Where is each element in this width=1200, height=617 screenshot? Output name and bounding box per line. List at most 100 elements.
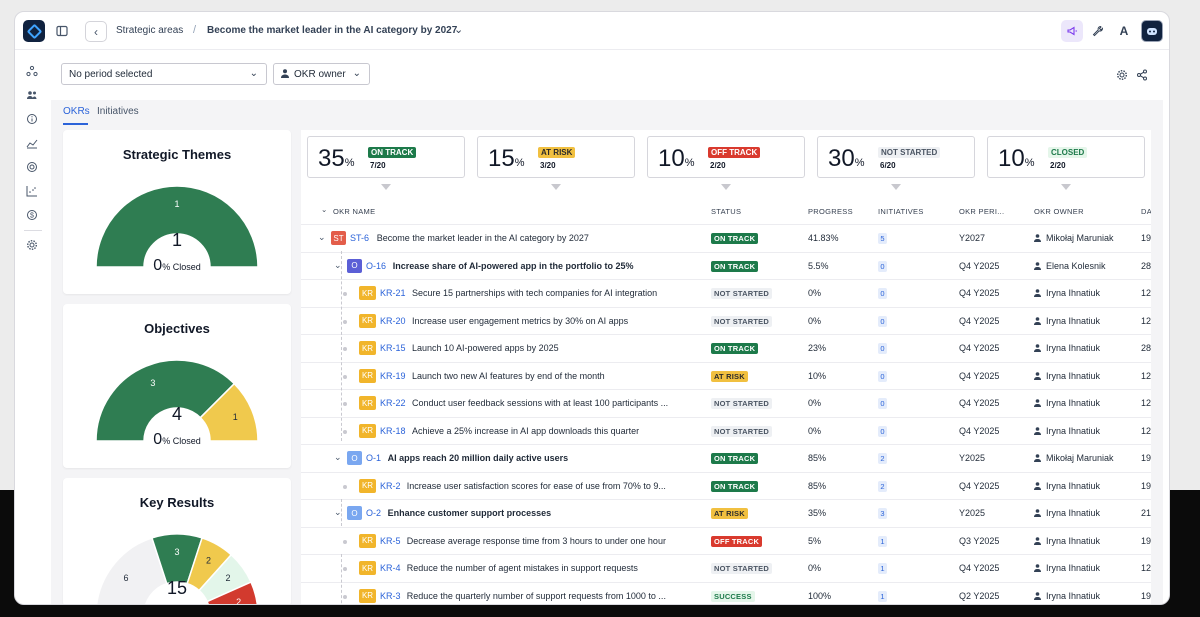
share-icon[interactable] (1133, 66, 1151, 84)
item-name[interactable]: Secure 15 partnerships with tech compani… (412, 288, 657, 298)
column-header[interactable]: OKR PERI... (959, 207, 1004, 216)
item-key-link[interactable]: KR-3 (380, 591, 401, 601)
okr-owner[interactable]: Iryna Ihnatiuk (1046, 426, 1100, 436)
status-summary-card[interactable]: 10% CLOSED 2/20 (987, 136, 1145, 178)
target-icon[interactable] (25, 160, 39, 174)
font-a-icon[interactable]: A (1113, 20, 1135, 42)
table-row[interactable]: KR KR-19 Launch two new AI features by end… (301, 361, 1151, 389)
status-badge[interactable]: AT RISK (711, 370, 748, 382)
okr-owner[interactable]: Iryna Ihnatiuk (1046, 591, 1100, 601)
item-name[interactable]: Launch 10 AI-powered apps by 2025 (412, 343, 559, 353)
item-name[interactable]: Reduce the number of agent mistakes in s… (407, 563, 638, 573)
table-row[interactable]: ⌄ ST ST-6 Become the market leader in the A… (301, 224, 1151, 251)
status-badge[interactable]: NOT STARTED (711, 315, 772, 327)
table-row[interactable]: KR KR-5 Decrease average response time fro… (301, 526, 1151, 554)
status-badge[interactable]: NOT STARTED (711, 398, 772, 409)
owner-select[interactable]: OKR owner ⌄ (273, 63, 370, 85)
okr-owner[interactable]: Iryna Ihnatiuk (1046, 398, 1100, 408)
initiatives-count[interactable]: 0 (878, 398, 887, 409)
column-header[interactable]: PROGRESS (808, 207, 853, 216)
table-row[interactable]: KR KR-21 Secure 15 partnerships with tech … (301, 279, 1151, 306)
initiatives-count[interactable]: 0 (878, 343, 887, 354)
status-badge[interactable]: NOT STARTED (711, 288, 772, 299)
tab-okrs[interactable]: OKRs (63, 106, 90, 117)
status-badge[interactable]: SUCCESS (711, 590, 755, 602)
back-button[interactable]: ‹ (85, 21, 107, 42)
item-name[interactable]: Achieve a 25% increase in AI app downloa… (412, 426, 639, 436)
status-badge[interactable]: ON TRACK (711, 343, 759, 354)
status-badge[interactable]: ON TRACK (711, 233, 759, 244)
table-row[interactable]: KR KR-2 Increase user satisfaction scores … (301, 471, 1151, 499)
status-badge[interactable]: AT RISK (711, 508, 748, 519)
okr-owner[interactable]: Mikołaj Maruniak (1046, 453, 1114, 463)
okr-owner[interactable]: Iryna Ihnatiuk (1046, 316, 1100, 326)
initiatives-count[interactable]: 5 (878, 233, 887, 244)
status-summary-card[interactable]: 10% OFF TRACK 2/20 (647, 136, 805, 178)
initiatives-count[interactable]: 0 (878, 315, 887, 327)
status-badge[interactable]: ON TRACK (711, 260, 759, 272)
okr-owner[interactable]: Iryna Ihnatiuk (1046, 536, 1100, 546)
item-name[interactable]: Increase user engagement metrics by 30% … (412, 316, 628, 326)
status-badge[interactable]: OFF TRACK (711, 535, 763, 547)
initiatives-count[interactable]: 2 (878, 453, 887, 464)
chevron-down-icon[interactable]: ⌄ (454, 23, 463, 36)
table-row[interactable]: ⌄ O O-16 Increase share of AI-powered app i… (301, 251, 1151, 279)
table-row[interactable]: ⌄ O O-2 Enhance customer support processes A… (301, 499, 1151, 526)
item-key-link[interactable]: KR-22 (380, 398, 406, 408)
gear-icon[interactable] (1113, 66, 1131, 84)
item-name[interactable]: Launch two new AI features by end of the… (412, 371, 605, 381)
line-chart-icon[interactable] (25, 136, 39, 150)
okr-owner[interactable]: Iryna Ihnatiuk (1046, 288, 1100, 298)
table-row[interactable]: KR KR-18 Achieve a 25% increase in AI app … (301, 416, 1151, 444)
column-header[interactable]: OKR NAME (333, 207, 375, 216)
status-badge[interactable]: ON TRACK (711, 480, 759, 492)
item-key-link[interactable]: KR-2 (380, 481, 401, 491)
breadcrumb-strategic-areas[interactable]: Strategic areas (116, 25, 183, 36)
item-key-link[interactable]: KR-19 (380, 371, 406, 381)
item-name[interactable]: Conduct user feedback sessions with at l… (412, 398, 668, 408)
table-row[interactable]: KR KR-20 Increase user engagement metrics … (301, 306, 1151, 334)
item-key-link[interactable]: O-2 (366, 508, 381, 518)
dollar-icon[interactable]: $ (25, 208, 39, 222)
info-circle-icon[interactable] (25, 112, 39, 126)
item-key-link[interactable]: KR-21 (380, 288, 406, 298)
item-name[interactable]: AI apps reach 20 million daily active us… (388, 453, 569, 463)
item-name[interactable]: Become the market leader in the AI categ… (377, 233, 589, 243)
team-icon[interactable] (25, 88, 39, 102)
item-key-link[interactable]: O-16 (366, 261, 386, 271)
tab-initiatives[interactable]: Initiatives (97, 106, 139, 117)
item-key-link[interactable]: O-1 (366, 453, 381, 463)
status-badge[interactable]: NOT STARTED (711, 563, 772, 574)
okr-owner[interactable]: Elena Kolesnik (1046, 261, 1106, 271)
collapse-all-icon[interactable]: ⌄ (321, 205, 328, 214)
table-row[interactable]: KR KR-15 Launch 10 AI-powered apps by 2025… (301, 334, 1151, 361)
initiatives-count[interactable]: 1 (878, 563, 887, 574)
item-name[interactable]: Decrease average response time from 3 ho… (407, 536, 666, 546)
item-name[interactable]: Reduce the quarterly number of support r… (407, 591, 666, 601)
scatter-chart-icon[interactable] (25, 184, 39, 198)
item-key-link[interactable]: KR-5 (380, 536, 401, 546)
status-summary-card[interactable]: 30% NOT STARTED 6/20 (817, 136, 975, 178)
okr-owner[interactable]: Iryna Ihnatiuk (1046, 481, 1100, 491)
initiatives-count[interactable]: 0 (878, 288, 887, 299)
megaphone-icon[interactable] (1061, 20, 1083, 42)
wrench-icon[interactable] (1087, 20, 1109, 42)
okr-owner[interactable]: Mikołaj Maruniak (1046, 233, 1114, 243)
initiatives-count[interactable]: 2 (878, 480, 887, 492)
sidebar-toggle-icon[interactable] (53, 22, 71, 40)
settings-icon[interactable] (25, 238, 39, 252)
status-summary-card[interactable]: 35% ON TRACK 7/20 (307, 136, 465, 178)
user-avatar[interactable] (1141, 20, 1163, 42)
chevron-down-icon[interactable]: ⌄ (334, 452, 342, 463)
column-header[interactable]: INITIATIVES (878, 207, 924, 216)
item-name[interactable]: Enhance customer support processes (388, 508, 552, 518)
table-row[interactable]: KR KR-4 Reduce the number of agent mistake… (301, 554, 1151, 581)
column-header[interactable]: OKR OWNER (1034, 207, 1084, 216)
breadcrumb-current[interactable]: Become the market leader in the AI categ… (207, 25, 457, 36)
item-name[interactable]: Increase user satisfaction scores for ea… (407, 481, 666, 491)
okr-owner[interactable]: Iryna Ihnatiuk (1046, 371, 1100, 381)
column-header[interactable]: STATUS (711, 207, 741, 216)
item-key-link[interactable]: ST-6 (350, 233, 369, 243)
table-row[interactable]: KR KR-22 Conduct user feedback sessions wi… (301, 389, 1151, 416)
initiatives-count[interactable]: 3 (878, 508, 887, 519)
